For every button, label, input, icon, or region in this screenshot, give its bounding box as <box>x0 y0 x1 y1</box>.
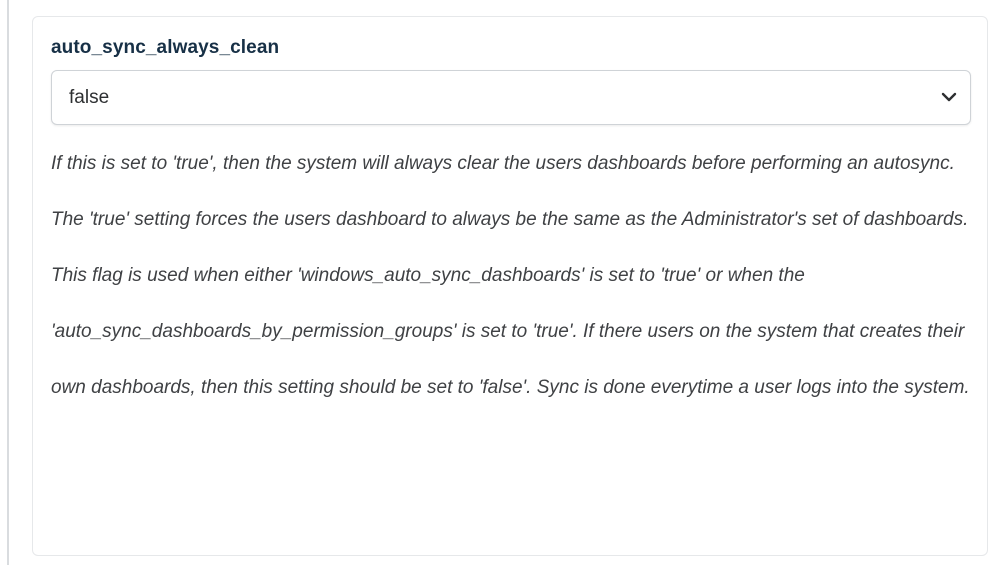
settings-page: auto_sync_always_clean false If this is … <box>0 0 1001 565</box>
selected-value: false <box>69 87 110 108</box>
setting-card: auto_sync_always_clean false If this is … <box>32 16 988 556</box>
chevron-down-icon <box>941 92 957 102</box>
setting-description: If this is set to 'true', then the syste… <box>51 153 970 398</box>
setting-name-label: auto_sync_always_clean <box>51 37 280 58</box>
setting-value-select[interactable]: false <box>51 70 971 125</box>
left-divider <box>7 0 9 565</box>
